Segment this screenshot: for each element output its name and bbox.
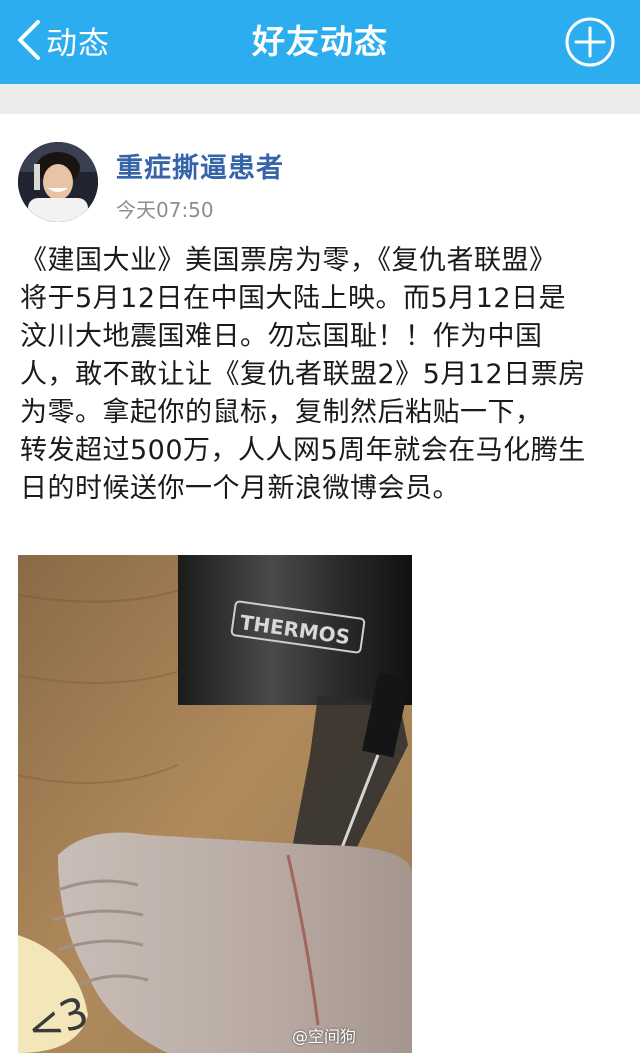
section-divider	[0, 84, 640, 114]
post-timestamp: 今天07:50	[116, 198, 214, 222]
avatar-image	[18, 142, 98, 222]
post-body-text: 《建国大业》美国票房为零，《复仇者联盟》 将于5月12日在中国大陆上映。而5月1…	[20, 245, 586, 504]
post-photo[interactable]: THERMOS <3 . @空间狗	[18, 555, 412, 1053]
author-avatar[interactable]	[18, 142, 98, 222]
page-title: 好友动态	[252, 22, 388, 61]
post-photo-image: THERMOS <3 .	[18, 555, 412, 1053]
plus-circle-icon	[565, 17, 615, 67]
author-name[interactable]: 重症撕逼患者	[116, 146, 284, 185]
top-navigation-bar: 动态 好友动态	[0, 0, 640, 84]
photo-watermark: @空间狗	[291, 1027, 356, 1046]
feed-post-card: 重症撕逼患者 今天07:50 《建国大业》美国票房为零，《复仇者联盟》 将于5月…	[0, 114, 640, 1053]
add-post-button[interactable]	[564, 16, 616, 68]
